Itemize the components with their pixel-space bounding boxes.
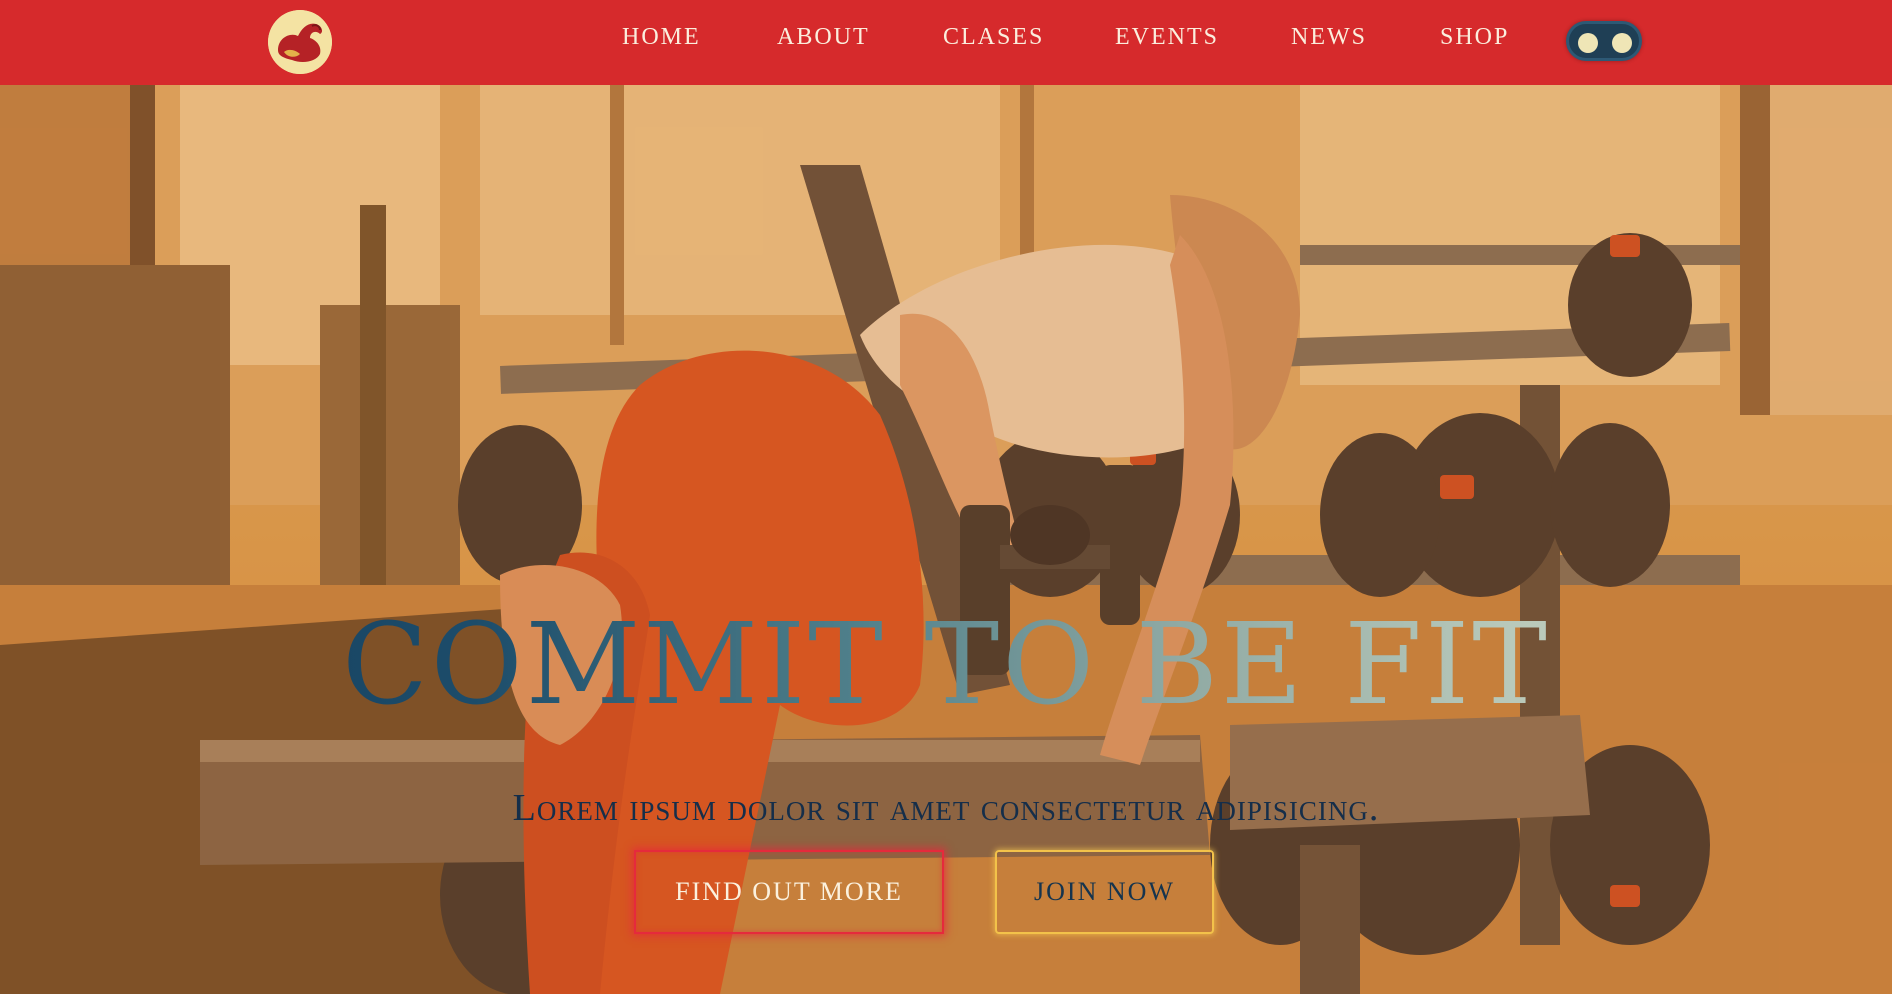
toggle-dot-icon xyxy=(1612,33,1632,53)
nav-news-link[interactable]: NEWS xyxy=(1291,24,1367,51)
nav-home-link[interactable]: HOME xyxy=(622,24,701,51)
join-now-button[interactable]: JOIN NOW xyxy=(995,850,1214,934)
nav-about-link[interactable]: ABOUT xyxy=(777,24,870,51)
site-header: HOME ABOUT CLASES EVENTS NEWS SHOP xyxy=(0,0,1892,85)
find-out-more-button[interactable]: FIND OUT MORE xyxy=(634,850,944,934)
nav-clases-link[interactable]: CLASES xyxy=(943,24,1044,51)
hero-subtitle: Lorem ipsum dolor sit amet consectetur a… xyxy=(512,787,1380,829)
hero-color-overlay xyxy=(0,85,1892,994)
hero-title-text: COMMIT TO BE FIT xyxy=(342,600,1550,730)
nav-events-link[interactable]: EVENTS xyxy=(1115,24,1219,51)
hero-section: COMMIT TO BE FIT Lorem ipsum dolor sit a… xyxy=(0,85,1892,994)
toggle-dot-icon xyxy=(1578,33,1598,53)
theme-toggle[interactable] xyxy=(1566,21,1642,61)
nav-shop-link[interactable]: SHOP xyxy=(1440,24,1509,51)
hero-title: COMMIT TO BE FIT xyxy=(0,600,1892,730)
